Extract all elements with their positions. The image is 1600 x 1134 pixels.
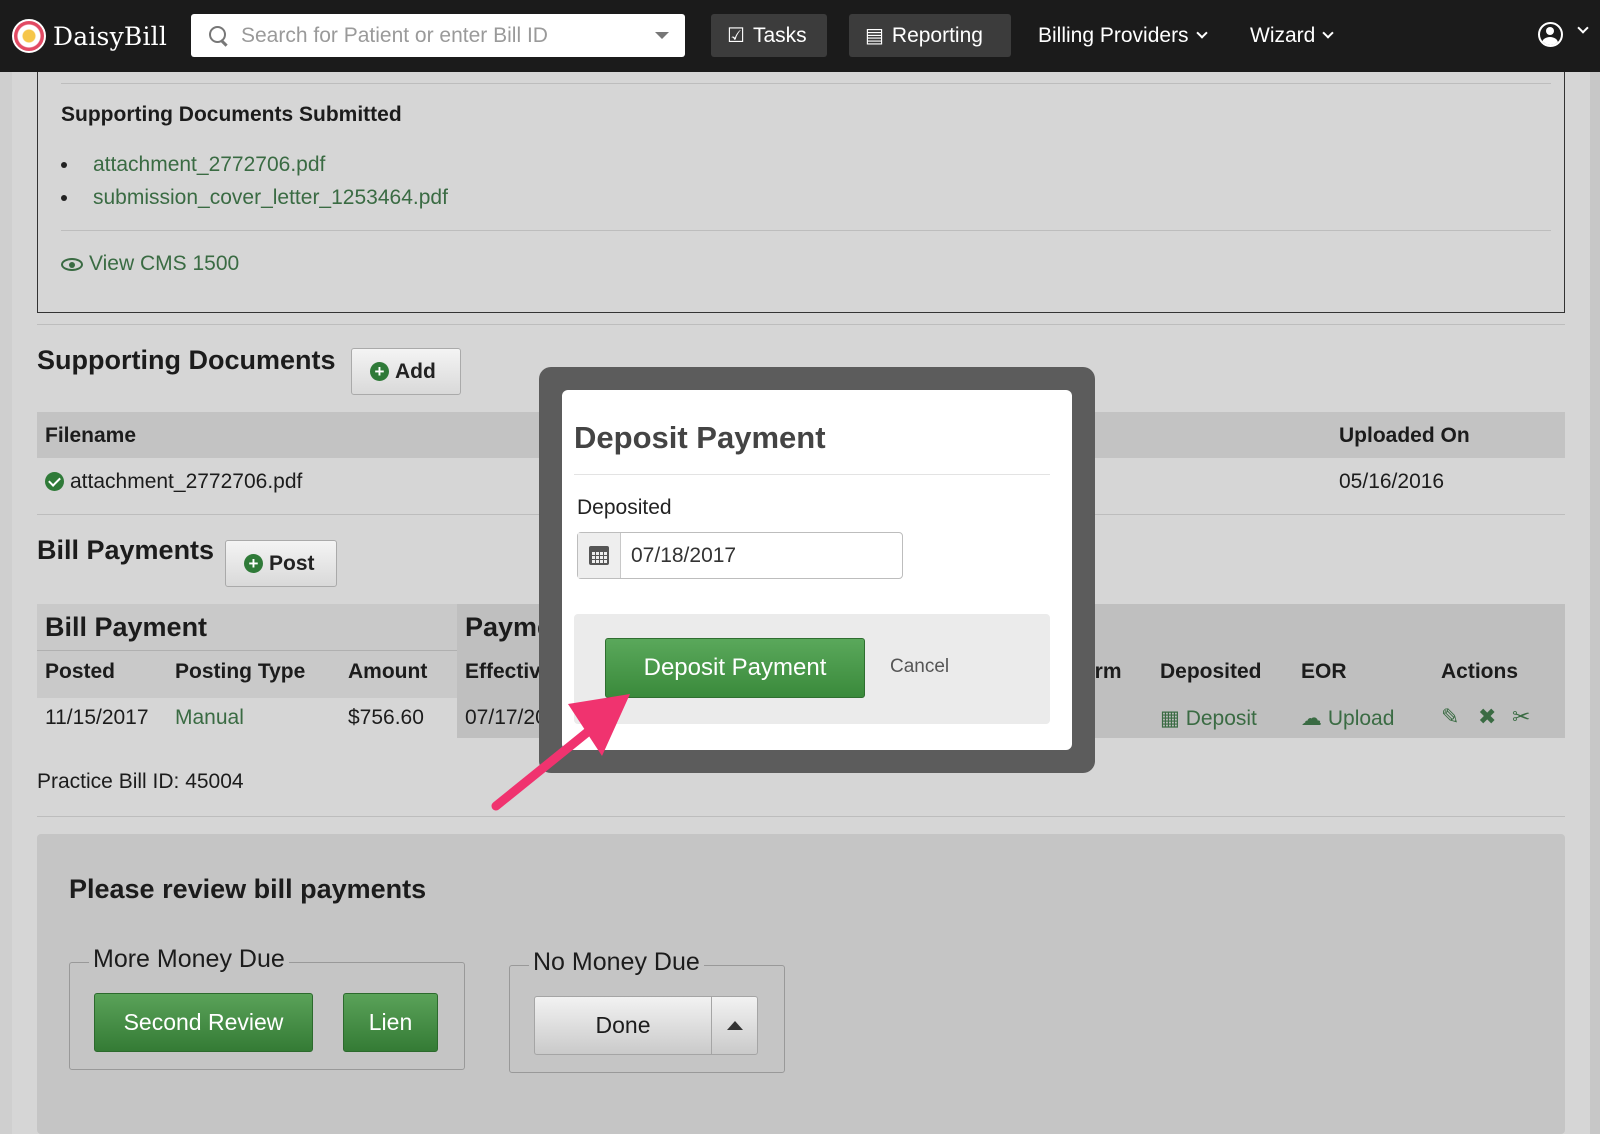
done-button[interactable]: Done: [534, 996, 712, 1055]
divider: [574, 474, 1050, 475]
plus-circle-icon: +: [244, 554, 263, 573]
reporting-button[interactable]: ▤ Reporting: [849, 14, 1011, 57]
view-cms-label: View CMS 1500: [89, 252, 240, 275]
daisy-logo-icon: [12, 19, 46, 53]
tasks-label: Tasks: [752, 23, 807, 47]
eye-icon: [61, 257, 83, 271]
check-circle-icon: [45, 472, 64, 491]
no-money-due-legend: No Money Due: [529, 948, 704, 977]
search-input[interactable]: [241, 15, 655, 56]
submitted-doc-link[interactable]: attachment_2772706.pdf: [93, 153, 325, 176]
group-header-bill-payment: Bill Payment: [45, 612, 208, 642]
post-label: Post: [269, 551, 315, 575]
upload-label: Upload: [1327, 707, 1395, 730]
calendar-icon: ▦: [1160, 707, 1180, 730]
list-item: attachment_2772706.pdf: [61, 148, 448, 181]
pencil-icon[interactable]: ✎: [1441, 704, 1459, 730]
wizard-menu[interactable]: Wizard: [1250, 14, 1335, 57]
tasks-button[interactable]: ☑ Tasks: [711, 14, 827, 57]
top-navbar: DaisyBill ☑ Tasks ▤ Reporting Billing Pr…: [0, 0, 1600, 72]
chevron-down-icon[interactable]: [1577, 22, 1589, 34]
scissors-icon[interactable]: ✂: [1512, 704, 1530, 730]
done-dropdown-toggle[interactable]: [711, 996, 758, 1055]
chevron-down-icon: [1195, 26, 1208, 39]
payment-posting-type-link[interactable]: Manual: [175, 706, 244, 730]
post-payment-button[interactable]: + Post: [225, 540, 337, 587]
lien-button[interactable]: Lien: [343, 993, 438, 1052]
payment-amount: $756.60: [348, 706, 424, 729]
submitted-doc-link[interactable]: submission_cover_letter_1253464.pdf: [93, 186, 448, 209]
divider: [37, 816, 1565, 817]
table-row[interactable]: attachment_2772706.pdf: [45, 470, 302, 494]
divider: [37, 650, 457, 651]
annotation-arrow-icon: [491, 694, 630, 811]
brand[interactable]: DaisyBill: [12, 18, 167, 54]
page-scrollbar[interactable]: [1590, 72, 1600, 1134]
document-uploaded-on: 05/16/2016: [1339, 470, 1445, 493]
add-label: Add: [395, 359, 436, 383]
calendar-icon: [589, 546, 609, 565]
divider: [61, 230, 1551, 231]
column-header-posted: Posted: [45, 660, 116, 683]
billing-providers-menu[interactable]: Billing Providers: [1038, 14, 1208, 57]
search-box[interactable]: [191, 14, 685, 57]
divider: [37, 324, 1565, 325]
view-cms-link[interactable]: View CMS 1500: [61, 252, 239, 276]
supporting-documents-title: Supporting Documents: [37, 345, 336, 375]
practice-bill-id: Practice Bill ID: 45004: [37, 770, 244, 793]
column-header-deposited: Deposited: [1160, 660, 1262, 683]
column-header-actions: Actions: [1441, 660, 1519, 683]
brand-name: DaisyBill: [53, 21, 168, 51]
deposit-link[interactable]: ▦ Deposit: [1160, 706, 1257, 731]
column-header-amount: Amount: [348, 660, 428, 683]
second-review-button[interactable]: Second Review: [94, 993, 313, 1052]
caret-up-icon: [726, 1021, 743, 1030]
cloud-upload-icon: ☁: [1301, 707, 1322, 730]
chevron-down-icon: [1322, 26, 1335, 39]
review-panel: Please review bill payments More Money D…: [37, 834, 1565, 1134]
billing-providers-label: Billing Providers: [1038, 23, 1189, 47]
deposited-date-input[interactable]: [621, 533, 902, 578]
column-header-uploaded-on: Uploaded On: [1339, 424, 1470, 447]
plus-circle-icon: +: [370, 362, 389, 381]
column-header-eor: EOR: [1301, 660, 1347, 683]
column-header-filename: Filename: [45, 424, 137, 447]
list-item: submission_cover_letter_1253464.pdf: [61, 181, 448, 214]
search-dropdown-caret-icon[interactable]: [655, 32, 669, 39]
more-money-due-legend: More Money Due: [89, 945, 289, 974]
close-icon[interactable]: ✖: [1478, 704, 1496, 730]
cancel-link[interactable]: Cancel: [890, 656, 949, 678]
submitted-docs-list: attachment_2772706.pdf submission_cover_…: [61, 148, 448, 214]
reporting-label: Reporting: [891, 23, 983, 47]
wizard-label: Wizard: [1250, 23, 1316, 47]
deposit-label: Deposit: [1185, 707, 1257, 730]
deposited-label: Deposited: [577, 496, 672, 519]
bar-chart-icon: ▤: [865, 25, 884, 47]
payment-posted: 11/15/2017: [45, 706, 149, 729]
column-header-posting-type: Posting Type: [175, 660, 306, 683]
document-filename: attachment_2772706.pdf: [70, 470, 303, 493]
review-title: Please review bill payments: [69, 874, 427, 904]
upload-eor-link[interactable]: ☁ Upload: [1301, 706, 1394, 731]
user-avatar-icon[interactable]: [1538, 22, 1563, 47]
date-picker-button[interactable]: [578, 533, 621, 578]
deposited-date-field[interactable]: [577, 532, 903, 579]
search-icon: [209, 25, 229, 46]
modal-title: Deposit Payment: [574, 420, 826, 455]
submitted-docs-title: Supporting Documents Submitted: [61, 103, 402, 126]
divider: [61, 83, 1551, 84]
checkbox-icon: ☑: [727, 25, 745, 47]
add-document-button[interactable]: + Add: [351, 348, 461, 395]
bill-payments-title: Bill Payments: [37, 535, 215, 565]
